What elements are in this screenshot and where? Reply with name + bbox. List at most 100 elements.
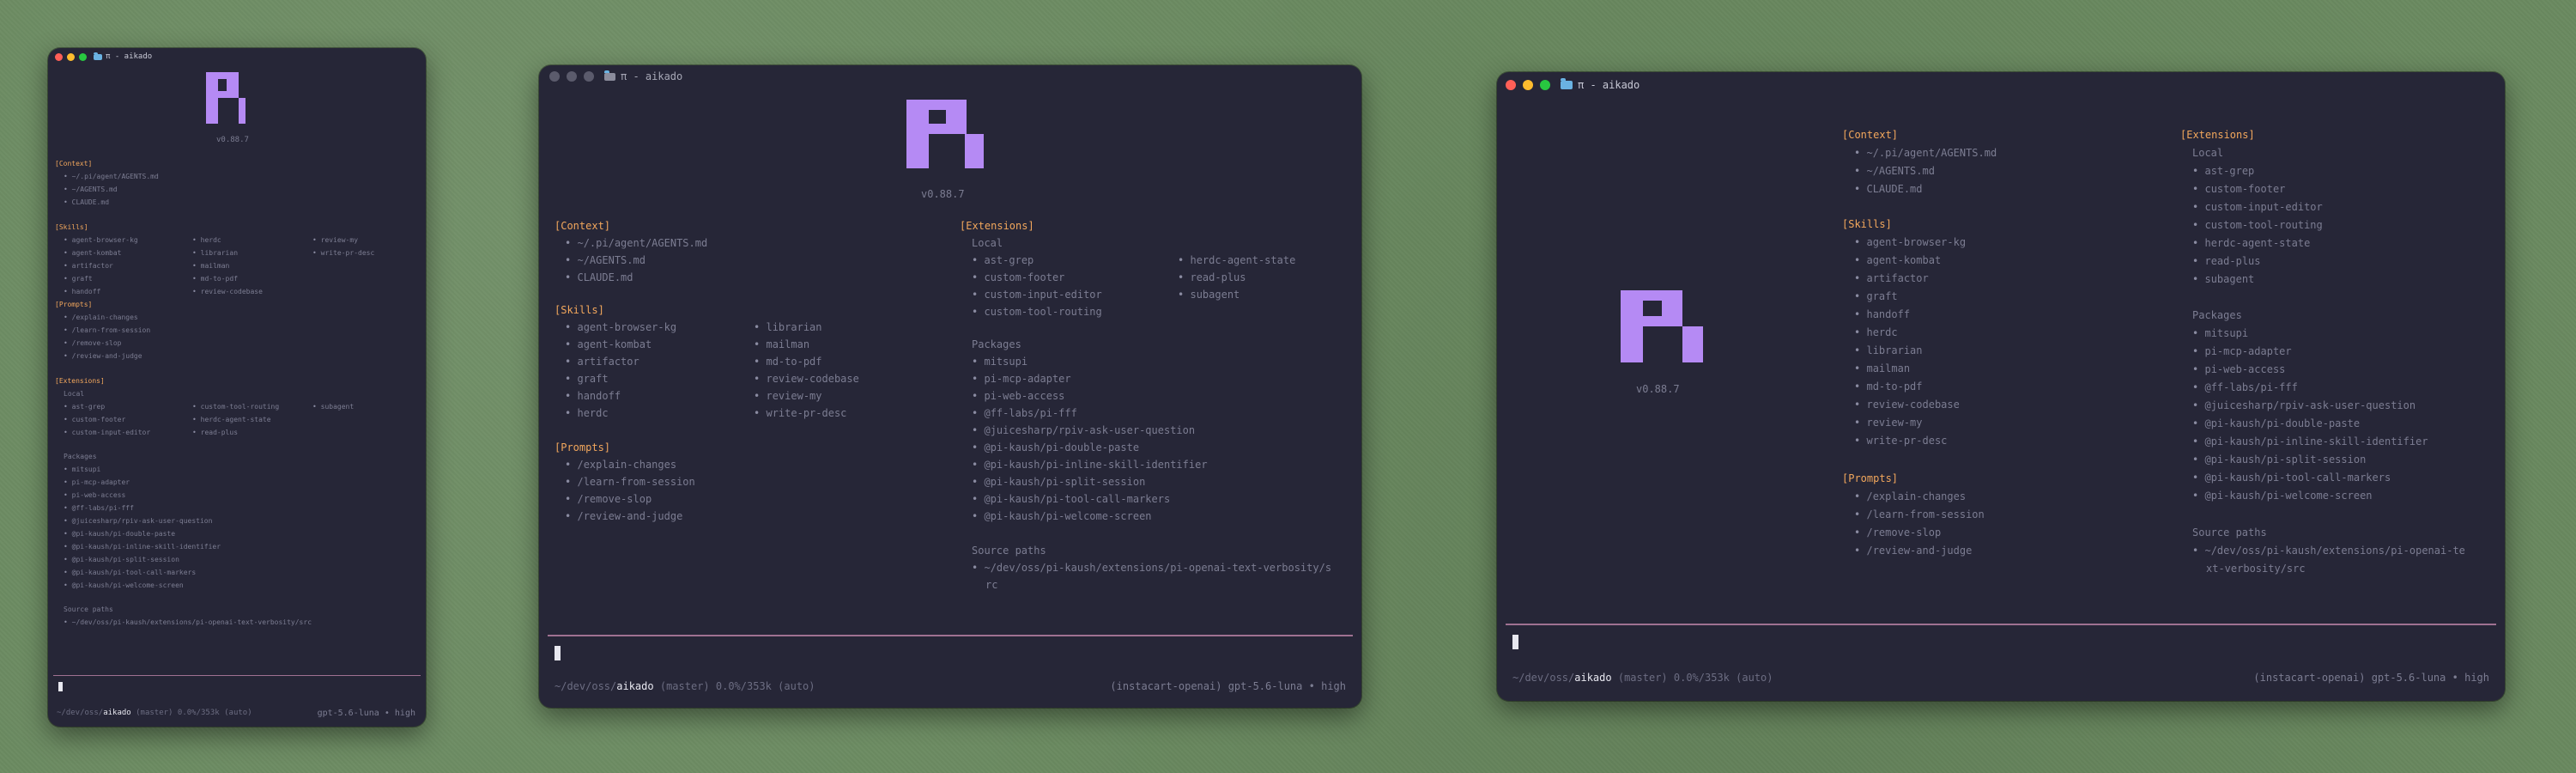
source-path-item: • ~/dev/oss/pi-kaush/extensions/pi-opena… [972,562,1332,574]
bullet-icon: • [1854,326,1861,338]
package-item: • @pi-kaush/pi-tool-call-markers [64,569,197,576]
status-right: gpt-5.6-luna • high [317,709,415,718]
skills-header: [Skills] [555,304,604,316]
package-item: • @pi-kaush/pi-double-paste [64,530,176,538]
prompts-header: [Prompts] [555,441,611,453]
bullet-icon: • [192,249,197,257]
title-bar[interactable]: π - aikado [1497,74,2505,96]
prompt-item: • /remove-slop [565,493,652,505]
package-item: • pi-mcp-adapter [972,373,1071,385]
bullet-icon: • [64,556,68,563]
extension-item: • herdc-agent-state [1178,254,1296,266]
prompt-divider [548,635,1353,636]
skill-item: • mailman [754,338,810,350]
bullet-icon: • [64,569,68,576]
skill-item: • md-to-pdf [754,356,822,368]
close-button[interactable] [1506,80,1516,90]
bullet-icon: • [2192,255,2199,267]
title-bar[interactable]: π - aikado [539,65,1361,88]
packages-subheader: Packages [2192,309,2242,321]
bullet-icon: • [64,530,68,538]
text-cursor[interactable] [58,682,63,691]
bullet-icon: • [64,491,68,499]
title-bar[interactable]: π - aikado [48,48,426,65]
package-item: • @ff-labs/pi-fff [972,407,1077,419]
bullet-icon: • [2192,490,2199,502]
branch-name: (master) [1617,672,1668,684]
zoom-button[interactable] [584,71,594,82]
extension-item: • subagent [312,403,355,411]
bullet-icon: • [565,390,572,402]
prompt-divider [1506,624,2496,625]
model-name: gpt-5.6-luna [1227,680,1303,692]
package-item: • @pi-kaush/pi-inline-skill-identifier [2192,435,2428,447]
bullet-icon: • [192,236,197,244]
context-header: [Context] [555,220,611,232]
package-item: • mitsupi [972,356,1028,368]
bullet-icon: • [2192,472,2199,484]
skill-item: • handoff [565,390,621,402]
bullet-icon: • [1854,254,1861,266]
bullet-icon: • [972,407,979,419]
prompt-item: • /review-and-judge [1854,545,1973,557]
extensions-header: [Extensions] [2180,129,2255,141]
prompt-item: • /learn-from-session [64,326,151,334]
context-item: • CLAUDE.md [565,271,633,283]
skill-item: • librarian [754,321,822,333]
pi-logo [906,100,984,168]
bullet-icon: • [565,271,572,283]
source-path-item-cont: rc [985,579,998,591]
bullet-icon: • [64,517,68,525]
package-item: • @pi-kaush/pi-tool-call-markers [2192,472,2391,484]
bullet-icon: • [972,441,979,453]
terminal-window-medium: π - aikado v0.88.7 [Context] • ~/.pi/agen… [539,65,1361,708]
skill-item: • write-pr-desc [754,407,847,419]
model-name: gpt-5.6-luna [317,709,379,718]
extension-item: • herdc-agent-state [2192,237,2311,249]
text-cursor[interactable] [1512,635,1518,649]
package-item: • @pi-kaush/pi-split-session [2192,453,2367,466]
package-item: • @pi-kaush/pi-double-paste [2192,417,2361,429]
zoom-button[interactable] [79,52,87,61]
extension-item: • ast-grep [972,254,1034,266]
bullet-icon: • [972,562,979,574]
bullet-icon: • [1854,435,1861,447]
text-cursor[interactable] [555,646,561,660]
bullet-icon: • [64,466,68,473]
skill-item: • artifactor [1854,272,1929,284]
skill-item: • herdc [565,407,609,419]
skill-item: • write-pr-desc [312,249,375,257]
bullet-icon: • [565,356,572,368]
minimize-button[interactable] [567,71,577,82]
packages-subheader: Packages [64,453,97,460]
prompt-item: • /explain-changes [565,459,677,471]
minimize-button[interactable] [67,52,75,61]
bullet-icon: • [312,236,317,244]
bullet-icon: • [1854,236,1861,248]
skill-item: • herdc [1854,326,1898,338]
minimize-button[interactable] [1523,80,1533,90]
skill-item: • artifactor [565,356,639,368]
skill-item: • write-pr-desc [1854,435,1948,447]
provider-name: (instacart-openai) [2253,672,2366,684]
terminal-window-small: π - aikado v0.88.7 [Context] • ~/.pi/agen… [48,48,426,727]
skill-item: • agent-browser-kg [64,236,138,244]
extension-item: • custom-footer [2192,183,2286,195]
provider-name: (instacart-openai) [1110,680,1222,692]
bullet-icon: • [192,262,197,270]
zoom-button[interactable] [1540,80,1550,90]
bullet-icon: • [754,321,761,333]
bullet-icon: • [1854,344,1861,356]
skill-item: • review-codebase [192,288,263,295]
skill-item: • agent-browser-kg [565,321,677,333]
skill-item: • herdc [192,236,221,244]
skill-item: • review-my [754,390,822,402]
close-button[interactable] [549,71,560,82]
bullet-icon: • [192,429,197,436]
bullet-icon: • [64,288,68,295]
bullet-icon: • [972,459,979,471]
bullet-icon: • [754,338,761,350]
skill-item: • mailman [192,262,230,270]
close-button[interactable] [55,52,63,61]
bullet-icon: • [565,476,572,488]
